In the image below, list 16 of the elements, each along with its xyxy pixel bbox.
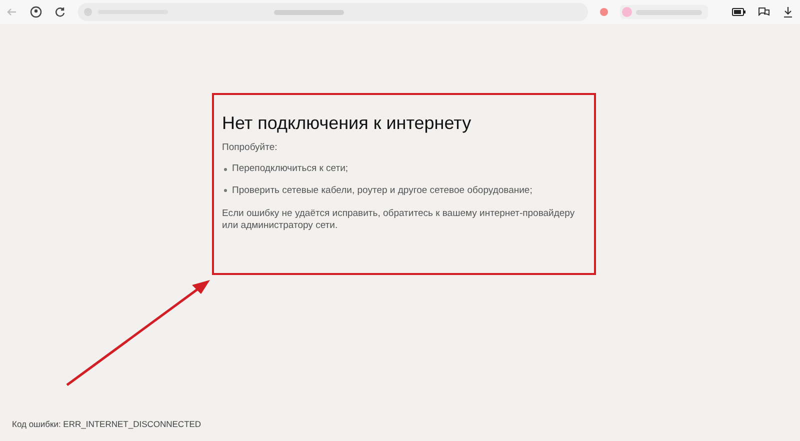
suggestion-text: Проверить сетевые кабели, роутер и другое сетевое оборудование; <box>232 184 532 198</box>
intro-text: Попробуйте: <box>222 141 278 155</box>
blurred-text <box>274 10 344 14</box>
profile-icon[interactable] <box>30 6 42 18</box>
avatar-icon <box>622 7 632 17</box>
bullet-icon <box>224 189 227 192</box>
error-code: Код ошибки: ERR_INTERNET_DISCONNECTED <box>12 418 202 431</box>
suggestion-text: Переподключиться к сети; <box>232 162 348 176</box>
reload-icon[interactable] <box>54 6 66 18</box>
download-icon[interactable] <box>782 6 794 18</box>
battery-icon[interactable] <box>732 8 746 16</box>
bullet-icon <box>224 168 227 171</box>
lock-icon <box>84 8 92 16</box>
error-title: Нет подключения к интернету <box>222 112 472 135</box>
advice-text: Если ошибку не удаётся исправить, обратитесь к вашему интернет-провайдеру или администратору сети. <box>222 208 576 232</box>
chat-icon[interactable] <box>758 6 770 18</box>
